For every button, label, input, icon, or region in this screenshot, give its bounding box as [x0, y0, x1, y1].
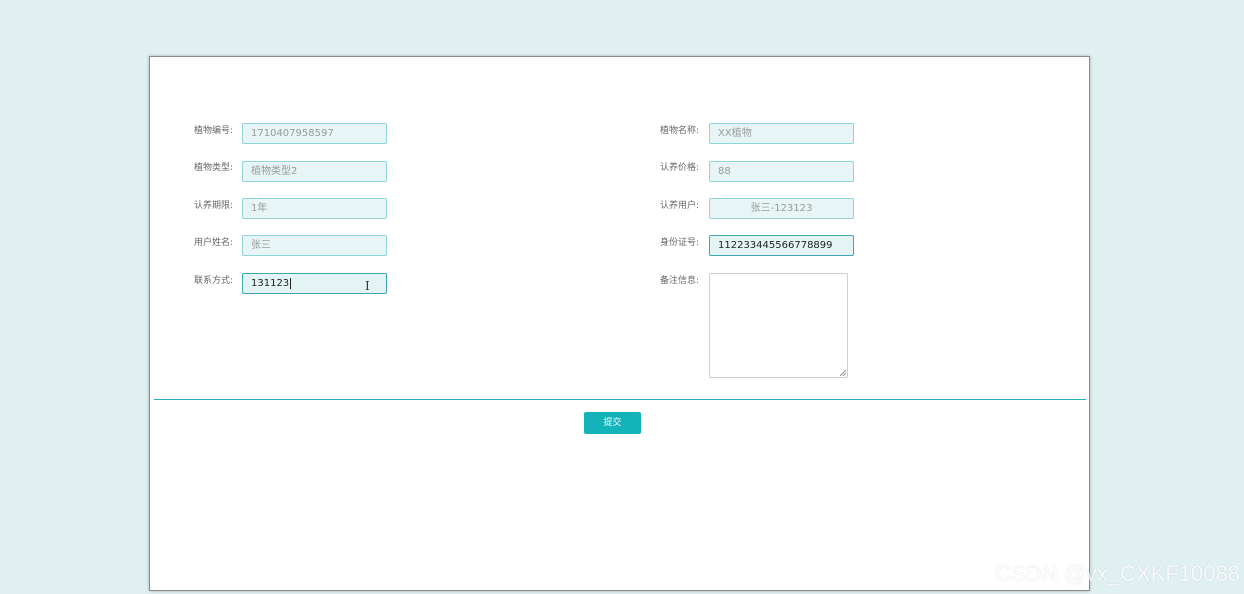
plant-id-input[interactable]: 1710407958597 — [242, 123, 387, 144]
plant-name-input[interactable]: XX植物 — [709, 123, 854, 144]
remarks-label: 备注信息: — [660, 276, 700, 286]
adoption-user-select[interactable]: 张三-123123 — [709, 198, 854, 219]
contact-input-value: 131123 — [251, 278, 290, 289]
contact-label: 联系方式: — [194, 276, 234, 286]
plant-id-label: 植物编号: — [194, 126, 234, 136]
user-name-label: 用户姓名: — [194, 238, 234, 248]
remarks-textarea[interactable] — [709, 273, 848, 378]
adoption-user-label: 认养用户: — [660, 201, 700, 211]
plant-type-label: 植物类型: — [194, 163, 234, 173]
id-number-input[interactable]: 112233445566778899 — [709, 235, 854, 256]
adoption-period-input[interactable]: 1年 — [242, 198, 387, 219]
page: 植物编号: 1710407958597 植物类型: 植物类型2 认养期限: 1年… — [0, 0, 1244, 594]
resize-grip-icon[interactable] — [840, 370, 846, 376]
ibeam-cursor-icon: I — [365, 279, 370, 293]
user-name-input[interactable]: 张三 — [242, 235, 387, 256]
plant-type-input[interactable]: 植物类型2 — [242, 161, 387, 182]
adoption-price-label: 认养价格: — [660, 163, 700, 173]
adoption-period-label: 认养期限: — [194, 201, 234, 211]
form-panel: 植物编号: 1710407958597 植物类型: 植物类型2 认养期限: 1年… — [149, 56, 1090, 591]
id-number-label: 身份证号: — [660, 238, 700, 248]
submit-button[interactable]: 提交 — [584, 412, 641, 434]
csdn-watermark: CSDN @vx_CXKF10088 — [995, 561, 1240, 586]
adoption-price-input[interactable]: 88 — [709, 161, 854, 182]
section-divider — [154, 399, 1086, 400]
text-caret — [290, 277, 292, 289]
plant-name-label: 植物名称: — [660, 126, 700, 136]
